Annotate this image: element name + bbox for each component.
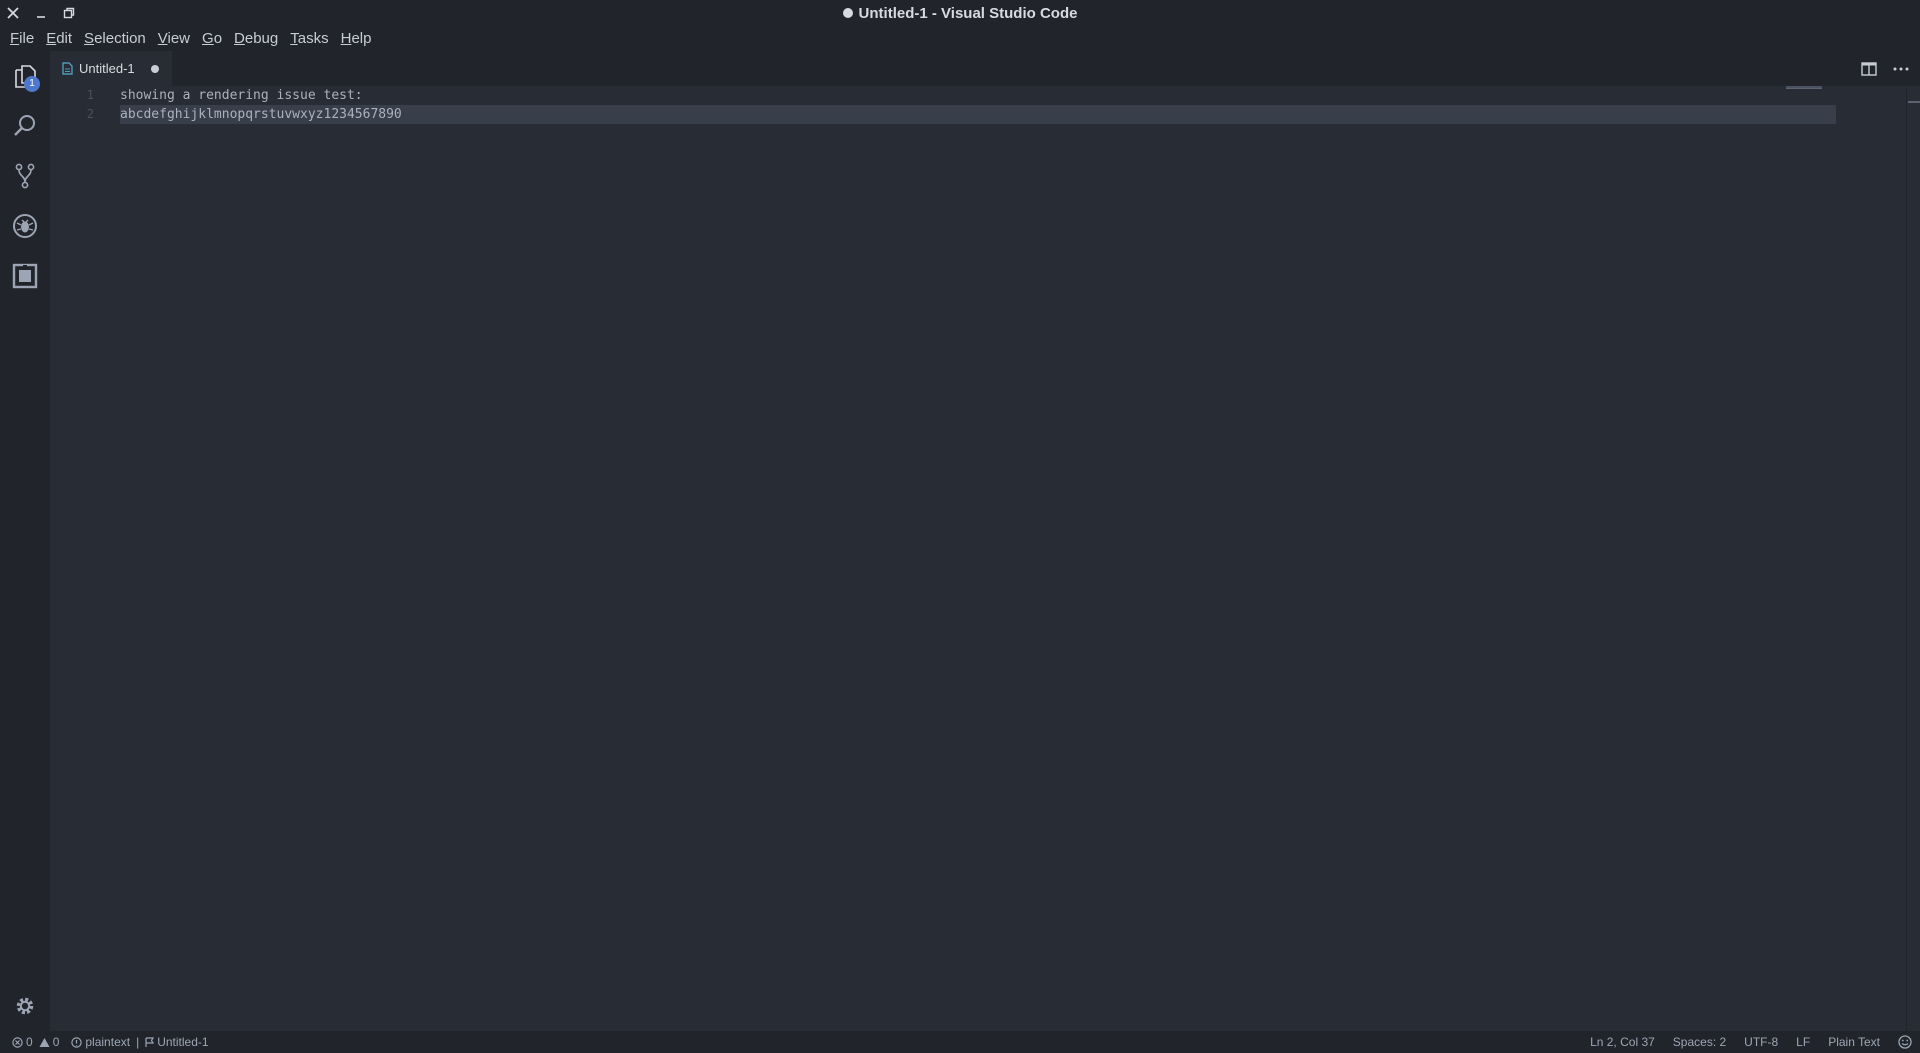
menu-mnemonic: G [202, 30, 214, 47]
vertical-scrollbar[interactable] [1906, 86, 1920, 1031]
menu-label: dit [56, 30, 73, 47]
line-number: 1 [86, 88, 94, 102]
menu-tasks[interactable]: Tasks [284, 30, 334, 47]
menu-mnemonic: D [234, 30, 245, 47]
split-editor-button[interactable] [1860, 60, 1878, 78]
menu-mnemonic: T [290, 30, 298, 47]
menu-bar: File Edit Selection View Go Debug Tasks … [0, 26, 1920, 51]
more-icon [1893, 67, 1909, 70]
warning-count: 0 [52, 1035, 60, 1049]
info-icon [71, 1036, 83, 1048]
menu-go[interactable]: Go [196, 30, 228, 47]
language-mode-status[interactable]: Plain Text [1828, 1035, 1880, 1049]
error-icon [12, 1036, 23, 1048]
encoding-status[interactable]: UTF-8 [1744, 1035, 1778, 1049]
explorer-badge: 1 [24, 76, 40, 92]
warning-icon [39, 1037, 50, 1047]
explorer-button[interactable]: 1 [0, 51, 50, 101]
menu-label: elp [351, 30, 372, 47]
file-status[interactable]: Untitled-1 [145, 1035, 209, 1049]
settings-button[interactable] [0, 981, 50, 1031]
code-line[interactable]: showing a rendering issue test: [120, 86, 363, 105]
indentation-status[interactable]: Spaces: 2 [1673, 1035, 1726, 1049]
restore-window-icon[interactable] [62, 6, 76, 20]
menu-help[interactable]: Help [335, 30, 378, 47]
unsaved-dot-icon [842, 8, 853, 18]
language-id-text: plaintext [85, 1035, 131, 1049]
status-bar: 0 0 plaintext | Untitled-1 Ln 2, Col 37 … [0, 1031, 1920, 1053]
debug-icon [13, 214, 37, 238]
menu-file[interactable]: File [4, 30, 40, 47]
activity-bar: 1 [0, 51, 50, 1031]
menu-label: ebug [244, 30, 279, 47]
eol-status[interactable]: LF [1796, 1035, 1810, 1049]
window-title: Untitled-1 - Visual Studio Code [842, 4, 1078, 22]
extensions-icon [12, 263, 38, 289]
menu-label: ile [19, 30, 35, 47]
code-line[interactable]: abcdefghijklmnopqrstuvwxyz1234567890 [120, 105, 402, 124]
menu-mnemonic: V [157, 30, 168, 47]
extensions-button[interactable] [0, 251, 50, 301]
search-button[interactable] [0, 101, 50, 151]
source-control-button[interactable] [0, 151, 50, 201]
debug-button[interactable] [0, 201, 50, 251]
title-bar: Untitled-1 - Visual Studio Code [0, 0, 1920, 26]
tab-bar: Untitled-1 [50, 51, 1920, 86]
feedback-button[interactable] [1898, 1035, 1912, 1049]
menu-edit[interactable]: Edit [40, 30, 78, 47]
menu-view[interactable]: View [152, 30, 196, 47]
file-status-text: Untitled-1 [157, 1035, 209, 1049]
menu-label: iew [167, 30, 191, 47]
status-separator: | [136, 1035, 140, 1049]
menu-debug[interactable]: Debug [228, 30, 284, 47]
menu-mnemonic: H [340, 30, 352, 47]
menu-selection[interactable]: Selection [78, 30, 152, 47]
dirty-dot-icon[interactable] [150, 64, 159, 73]
line-number-gutter: 1 2 [50, 86, 120, 1031]
editor-actions [1860, 51, 1920, 86]
search-icon [14, 115, 35, 136]
minimap-slider[interactable] [1786, 86, 1822, 89]
scroll-cursor-marker [1908, 101, 1920, 103]
minimize-window-icon[interactable] [34, 6, 48, 20]
window-controls [6, 3, 76, 23]
close-window-icon[interactable] [6, 6, 20, 20]
source-control-icon [15, 163, 35, 189]
file-flag-icon [145, 1036, 155, 1047]
tab-untitled-1[interactable]: Untitled-1 [50, 51, 172, 86]
file-icon [62, 62, 73, 75]
gear-icon [16, 997, 34, 1015]
menu-label: o [213, 30, 223, 47]
cursor-position-status[interactable]: Ln 2, Col 37 [1590, 1035, 1655, 1049]
window-title-text: Untitled-1 - Visual Studio Code [858, 4, 1078, 22]
problems-status[interactable]: 0 0 [12, 1035, 59, 1049]
menu-label: election [94, 30, 146, 47]
menu-mnemonic: E [46, 30, 57, 47]
smiley-icon [1898, 1035, 1912, 1049]
menu-label: asks [297, 30, 329, 47]
tab-label: Untitled-1 [79, 61, 135, 76]
line-number: 2 [86, 107, 94, 121]
menu-mnemonic: F [10, 30, 20, 47]
more-actions-button[interactable] [1892, 60, 1910, 78]
language-id-status[interactable]: plaintext [71, 1035, 130, 1049]
menu-mnemonic: S [84, 30, 95, 47]
editor[interactable]: 1 2 showing a rendering issue test: abcd… [50, 86, 1920, 1031]
split-editor-icon [1861, 61, 1877, 76]
error-count: 0 [26, 1035, 33, 1049]
